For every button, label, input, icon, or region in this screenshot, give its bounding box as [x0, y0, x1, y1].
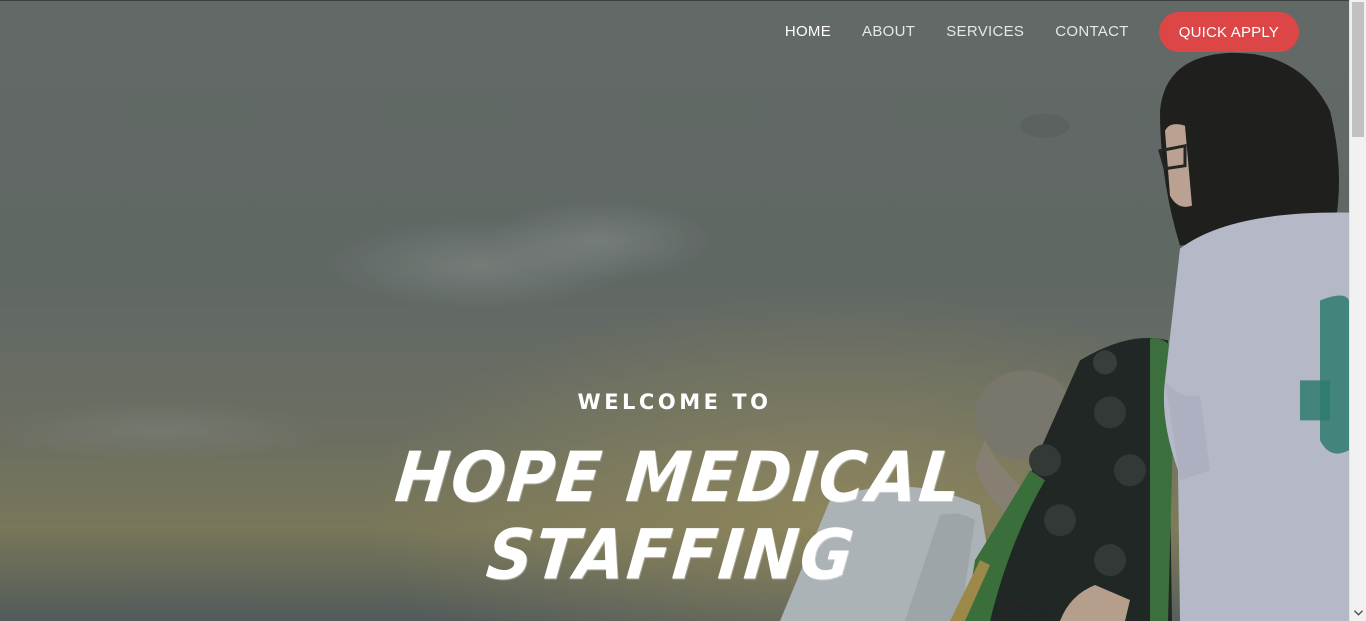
main-nav: HOME ABOUT SERVICES CONTACT QUICK APPLY: [785, 12, 1299, 52]
nav-services[interactable]: SERVICES: [946, 12, 1024, 52]
page-scrollbar[interactable]: [1349, 0, 1366, 621]
hero-section: HOME ABOUT SERVICES CONTACT QUICK APPLY …: [0, 0, 1349, 621]
brand-title: HOPE MEDICAL STAFFING: [346, 438, 1002, 596]
quick-apply-button[interactable]: QUICK APPLY: [1158, 12, 1299, 52]
nav-home[interactable]: HOME: [785, 12, 831, 52]
chevron-down-icon[interactable]: [1350, 604, 1366, 621]
brand-title-line-1: HOPE MEDICAL: [391, 438, 967, 519]
scrollbar-thumb[interactable]: [1352, 2, 1364, 137]
page-viewport: HOME ABOUT SERVICES CONTACT QUICK APPLY …: [0, 0, 1366, 621]
nav-contact[interactable]: CONTACT: [1055, 12, 1128, 52]
welcome-heading: WELCOME TO: [577, 390, 772, 414]
hero-text: WELCOME TO HOPE MEDICAL STAFFING: [0, 387, 1349, 596]
brand-title-line-2: STAFFING: [482, 515, 859, 596]
nav-about[interactable]: ABOUT: [862, 12, 915, 52]
